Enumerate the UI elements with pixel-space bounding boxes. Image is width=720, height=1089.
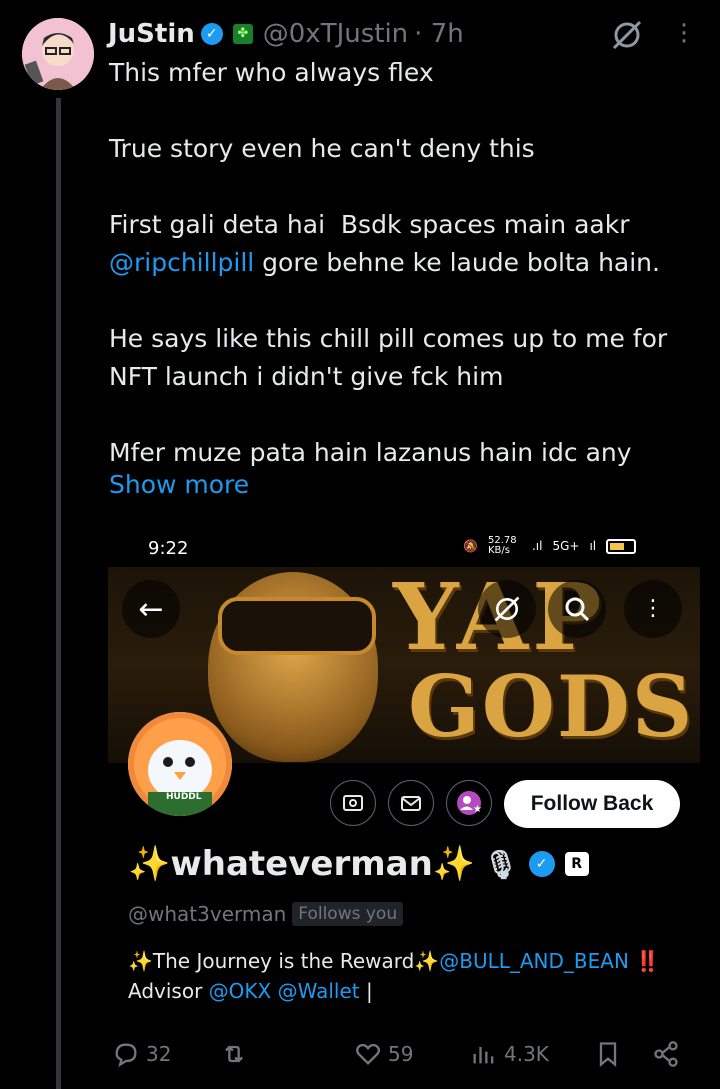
mention-link[interactable]: @ripchillpill <box>109 248 254 277</box>
signal-icon: .ıl <box>531 539 543 553</box>
reply-count: 32 <box>146 1042 172 1066</box>
author-handle[interactable]: @0xTJustin <box>263 19 408 49</box>
net-speed: 52.78 KB/s <box>487 535 517 556</box>
share-button[interactable] <box>652 1040 680 1068</box>
view-count: 4.3K <box>504 1042 549 1066</box>
tweet-action-bar: 32 59 4.3K <box>108 1036 698 1076</box>
add-to-list-icon[interactable]: ★ <box>446 780 492 826</box>
bio-text: ✨The Journey is the Reward✨ <box>128 949 440 973</box>
views-button[interactable]: 4.3K <box>470 1040 549 1068</box>
profile-handle-row: @what3verman Follows you <box>128 902 404 926</box>
follow-back-button[interactable]: Follow Back <box>504 780 680 828</box>
verified-badge-icon: ✓ <box>528 851 555 877</box>
search-icon[interactable] <box>548 580 606 638</box>
banner-goggles <box>218 597 376 655</box>
tweet-line: He says like this chill pill comes up to… <box>109 324 668 353</box>
affiliate-badge-icon: R <box>564 852 589 876</box>
share-icon <box>654 1041 678 1067</box>
tweet-text: This mfer who always flex True story eve… <box>109 54 699 472</box>
tweet-line: True story even he can't deny this <box>109 134 535 163</box>
back-arrow-icon[interactable]: ← <box>122 580 180 638</box>
tweet-line: This mfer who always flex <box>109 58 434 87</box>
bookmark-button[interactable] <box>594 1040 622 1068</box>
tweet-line: Mfer muze pata hain lazanus hain idc any <box>109 438 632 467</box>
attached-image[interactable]: 9:22 🔕 52.78 KB/s .ıl 5G+ ıl YAP GODS ← … <box>108 522 700 1040</box>
profile-handle: @what3verman <box>128 902 287 926</box>
double-exclamation-icon: ‼️ <box>635 949 661 973</box>
tweet-line: gore behne ke laude bolta hain. <box>254 248 660 277</box>
clover-icon: ✤ <box>232 24 253 44</box>
tweet-line: First gali deta hai Bsdk spaces main aak… <box>109 210 630 239</box>
microphone-icon: 🎙 <box>483 847 519 881</box>
tweet-header: JuStin ✓ ✤ @0xTJustin · 7h <box>108 14 464 54</box>
status-time: 9:22 <box>148 538 189 559</box>
repost-icon <box>225 1045 243 1063</box>
pfp-badge-text: HUDDL <box>166 792 202 802</box>
repost-button[interactable] <box>220 1040 248 1068</box>
reply-button[interactable]: 32 <box>112 1040 171 1068</box>
verified-badge-icon: ✓ <box>200 23 223 45</box>
sparkle-icon: ✨ <box>432 844 476 884</box>
battery-icon <box>606 538 637 554</box>
sparkle-icon: ✨ <box>128 844 171 884</box>
show-more-link[interactable]: Show more <box>109 470 249 499</box>
views-icon <box>473 1047 494 1064</box>
subscribe-icon[interactable] <box>330 780 376 826</box>
bio-text: Advisor <box>128 979 209 1003</box>
bio-mention[interactable]: @BULL_AND_BEAN <box>439 949 629 973</box>
bio-mention[interactable]: @Wallet <box>278 979 360 1003</box>
thread-line <box>56 98 61 1089</box>
grok-icon[interactable] <box>478 580 536 638</box>
svg-text:★: ★ <box>473 804 482 815</box>
display-name-text: whateverman <box>170 844 433 884</box>
tweet-time[interactable]: · 7h <box>414 19 464 49</box>
profile-bio: ✨The Journey is the Reward✨@BULL_AND_BEA… <box>128 946 688 1006</box>
follows-you-badge: Follows you <box>292 902 404 926</box>
mute-icon: 🔕 <box>463 539 478 553</box>
heart-icon <box>356 1043 380 1065</box>
signal-icon: ıl <box>589 539 597 553</box>
more-options-icon[interactable]: ⋮ <box>624 580 682 638</box>
profile-display-name: ✨ whateverman ✨ 🎙 ✓ R <box>128 844 589 884</box>
more-options-icon[interactable]: · · · <box>676 13 692 55</box>
grok-icon[interactable] <box>610 18 644 52</box>
message-icon[interactable] <box>388 780 434 826</box>
network-type: 5G+ <box>552 539 580 553</box>
status-icons: 🔕 52.78 KB/s .ıl 5G+ ıl <box>463 535 637 556</box>
bio-mention[interactable]: @OKX <box>209 979 272 1003</box>
like-count: 59 <box>388 1042 414 1066</box>
bio-cursor: | <box>365 979 373 1003</box>
author-name[interactable]: JuStin <box>108 19 195 49</box>
profile-avatar[interactable]: HUDDL <box>128 712 232 816</box>
author-avatar[interactable] <box>22 18 94 90</box>
reply-icon <box>115 1043 137 1067</box>
like-button[interactable]: 59 <box>354 1040 413 1068</box>
tweet-line: NFT launch i didn't give fck him <box>109 362 504 391</box>
banner-text-gods: GODS <box>408 657 695 756</box>
bookmark-icon <box>599 1042 617 1067</box>
